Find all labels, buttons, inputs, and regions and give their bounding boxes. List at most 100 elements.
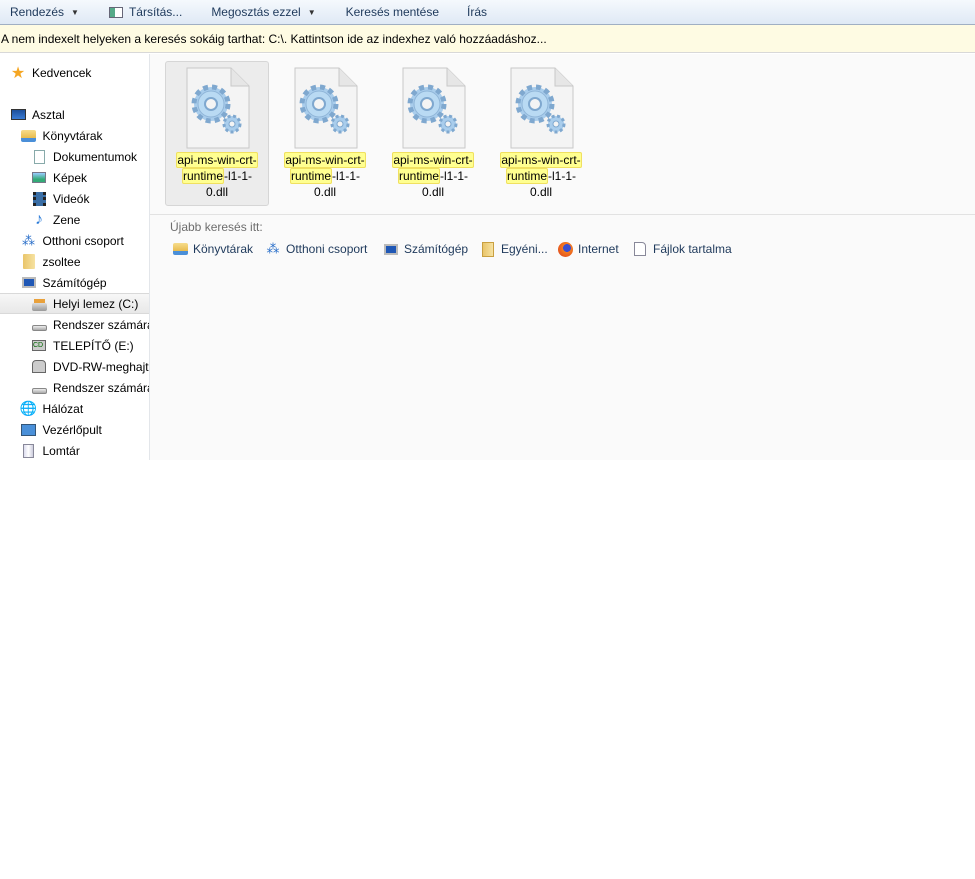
file-name-part: 0.dll bbox=[529, 185, 552, 199]
file-name-match: runtime bbox=[505, 168, 548, 184]
search-in-libraries[interactable]: Könyvtárak bbox=[172, 240, 253, 258]
dvd-drive-icon bbox=[31, 359, 47, 375]
sidebar-item-rendszer-számára[interactable]: Rendszer számára bbox=[0, 314, 149, 335]
sidebar-item-dokumentumok[interactable]: Dokumentumok bbox=[0, 146, 149, 167]
index-info-bar[interactable]: A nem indexelt helyeken a keresés sokáig… bbox=[0, 25, 975, 53]
file-name-part: 0.dll bbox=[313, 185, 336, 199]
search-location-label: Egyéni... bbox=[501, 242, 548, 256]
recycle-bin-icon bbox=[21, 443, 37, 459]
file-name-part: -l1-1- bbox=[332, 169, 361, 183]
search-in-custom-folder[interactable]: Egyéni... bbox=[480, 240, 548, 258]
file-item[interactable]: api-ms-win-crt-runtime-l1-1- 0.dll bbox=[381, 61, 485, 206]
drive-icon bbox=[31, 317, 47, 333]
search-again-label: Újabb keresés itt: bbox=[170, 220, 263, 234]
file-name: api-ms-win-crt-runtime-l1-1- 0.dll bbox=[382, 152, 484, 200]
search-in-homegroup[interactable]: ⁂ Otthoni csoport bbox=[265, 240, 368, 258]
pictures-icon bbox=[31, 170, 47, 186]
libraries-icon bbox=[21, 128, 37, 144]
toolbar: Rendezés ▼ Társítás... Megosztás ezzel ▼ K… bbox=[0, 0, 975, 25]
sidebar-item-label: TELEPÍTŐ (E:) bbox=[53, 338, 134, 353]
file-name-match: runtime bbox=[181, 168, 224, 184]
file-contents-icon bbox=[632, 241, 648, 257]
burn-label: Írás bbox=[467, 5, 488, 19]
homegroup-icon: ⁂ bbox=[22, 232, 35, 248]
sidebar-item-kedvencek[interactable]: ★ Kedvencek bbox=[0, 62, 149, 83]
file-name: api-ms-win-crt-runtime-l1-1- 0.dll bbox=[490, 152, 592, 200]
file-item[interactable]: api-ms-win-crt-runtime-l1-1- 0.dll bbox=[489, 61, 593, 206]
search-in-firefox[interactable]: Internet bbox=[557, 240, 619, 258]
share-label: Megosztás ezzel bbox=[211, 5, 301, 19]
dll-file-icon bbox=[274, 66, 376, 150]
desktop-icon bbox=[10, 107, 26, 123]
sidebar-item-label: Kedvencek bbox=[32, 65, 92, 80]
control-panel-icon bbox=[21, 422, 37, 438]
sidebar-item-otthoni-csoport[interactable]: ⁂ Otthoni csoport bbox=[0, 230, 149, 251]
file-name-part: -l1-1- bbox=[440, 169, 469, 183]
custom-folder-icon bbox=[480, 241, 496, 257]
sidebar-item-zsoltee[interactable]: zsoltee bbox=[0, 251, 149, 272]
save-search-label: Keresés mentése bbox=[345, 5, 439, 19]
search-location-label: Fájlok tartalma bbox=[653, 242, 732, 256]
file-name-match: api-ms-win-crt- bbox=[392, 152, 474, 168]
documents-icon bbox=[31, 149, 47, 165]
search-location-label: Internet bbox=[578, 242, 619, 256]
sidebar-item-vezérlőpult[interactable]: Vezérlőpult bbox=[0, 419, 149, 440]
sidebar-item-rendszer-számára[interactable]: Rendszer számára bbox=[0, 377, 149, 398]
file-name-match: api-ms-win-crt- bbox=[284, 152, 366, 168]
sidebar-item-label: Asztal bbox=[32, 107, 65, 122]
associate-label: Társítás... bbox=[128, 5, 183, 19]
firefox-icon bbox=[557, 241, 573, 257]
info-text: A nem indexelt helyeken a keresés sokáig… bbox=[1, 32, 547, 46]
share-button[interactable]: Megosztás ezzel ▼ bbox=[201, 0, 325, 25]
dll-file-icon bbox=[382, 66, 484, 150]
search-in-computer[interactable]: Számítógép bbox=[383, 240, 468, 258]
sidebar-item-label: Helyi lemez (C:) bbox=[53, 296, 139, 311]
file-item[interactable]: api-ms-win-crt-runtime-l1-1- 0.dll bbox=[165, 61, 269, 206]
file-name-match: runtime bbox=[397, 168, 440, 184]
user-folder-icon bbox=[21, 254, 37, 270]
sidebar-item-számítógép[interactable]: Számítógép bbox=[0, 272, 149, 293]
chevron-down-icon: ▼ bbox=[307, 7, 316, 17]
sidebar-item-label: Vezérlőpult bbox=[42, 422, 102, 437]
sidebar-item-label: Otthoni csoport bbox=[42, 233, 124, 248]
sidebar-item-label: Lomtár bbox=[42, 443, 80, 458]
search-location-label: Számítógép bbox=[404, 242, 469, 256]
sidebar-item-label: Számítógép bbox=[42, 275, 107, 290]
sidebar-item-helyi-lemez-c-[interactable]: Helyi lemez (C:) bbox=[0, 293, 149, 314]
sidebar-item-label: Könyvtárak bbox=[42, 128, 103, 143]
sidebar-item-label: Dokumentumok bbox=[53, 149, 138, 164]
file-name-match: api-ms-win-crt- bbox=[500, 152, 582, 168]
divider bbox=[150, 214, 975, 215]
sidebar-item-lomtár[interactable]: Lomtár bbox=[0, 440, 149, 460]
sidebar-item-label: Zene bbox=[53, 212, 81, 227]
sidebar-item-telepítő-e-[interactable]: CD TELEPÍTŐ (E:) bbox=[0, 335, 149, 356]
search-in-file-contents[interactable]: Fájlok tartalma bbox=[632, 240, 732, 258]
music-icon: ♪ bbox=[35, 210, 43, 228]
file-item[interactable]: api-ms-win-crt-runtime-l1-1- 0.dll bbox=[273, 61, 377, 206]
organize-button[interactable]: Rendezés ▼ bbox=[0, 0, 89, 25]
sidebar-item-zene[interactable]: ♪ Zene bbox=[0, 209, 149, 230]
sidebar-item-label: Videók bbox=[53, 191, 90, 206]
navigation-pane: ★ Kedvencek Asztal Könyvtárak Dokumentumok Ké… bbox=[0, 54, 150, 460]
computer-icon bbox=[383, 241, 399, 257]
sidebar-item-label: Hálózat bbox=[42, 401, 84, 416]
sidebar-item-képek[interactable]: Képek bbox=[0, 167, 149, 188]
save-search-button[interactable]: Keresés mentése bbox=[336, 0, 449, 25]
sidebar-item-label: Képek bbox=[53, 170, 88, 185]
chevron-down-icon: ▼ bbox=[71, 7, 79, 17]
file-name-part: 0.dll bbox=[205, 185, 228, 199]
sidebar-item-videók[interactable]: Videók bbox=[0, 188, 149, 209]
videos-icon bbox=[31, 191, 47, 207]
sidebar-item-label: Rendszer számára bbox=[53, 380, 150, 395]
burn-button[interactable]: Írás bbox=[457, 0, 497, 25]
network-icon: 🌐 bbox=[19, 400, 38, 416]
sidebar-item-könyvtárak[interactable]: Könyvtárak bbox=[0, 125, 149, 146]
associate-button[interactable]: Társítás... bbox=[99, 0, 192, 25]
sidebar-item-hálózat[interactable]: 🌐 Hálózat bbox=[0, 398, 149, 419]
search-location-label: Otthoni csoport bbox=[286, 242, 368, 256]
search-location-label: Könyvtárak bbox=[193, 242, 254, 256]
sidebar-item-asztal[interactable]: Asztal bbox=[0, 104, 149, 125]
sidebar-item-label: zsoltee bbox=[42, 254, 81, 269]
dll-file-icon bbox=[166, 66, 268, 150]
sidebar-item-dvd-rw-meghajt[interactable]: DVD-RW-meghajt bbox=[0, 356, 149, 377]
